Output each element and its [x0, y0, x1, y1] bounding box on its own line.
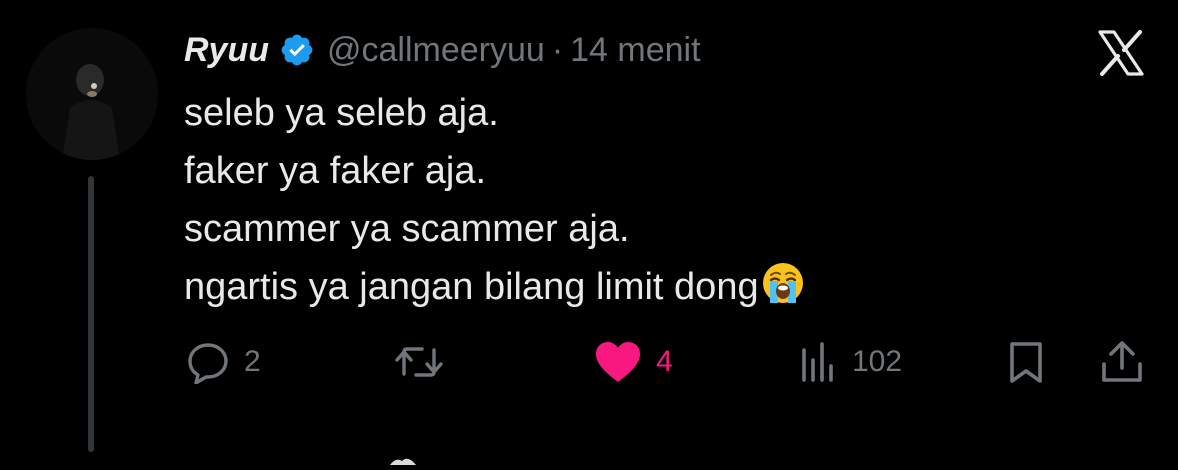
avatar-image	[26, 28, 158, 160]
tweet-line-1: seleb ya seleb aja.	[184, 92, 499, 134]
verified-badge-icon	[279, 32, 315, 68]
reply-button[interactable]: 2	[186, 338, 261, 386]
loudly-crying-face-icon	[761, 261, 805, 305]
bookmark-button[interactable]	[1006, 338, 1046, 386]
x-logo-icon[interactable]	[1096, 30, 1146, 76]
tweet-header: Ryuu @callmeeryuu · 14 menit	[184, 24, 701, 76]
retweet-icon	[394, 340, 444, 384]
bookmark-icon	[1006, 340, 1046, 384]
views-button[interactable]: 102	[798, 338, 902, 386]
views-count: 102	[852, 345, 903, 378]
separator-dot: ·	[551, 30, 564, 69]
user-handle[interactable]: @callmeeryuu	[327, 31, 545, 70]
heart-icon	[594, 340, 642, 384]
share-button[interactable]	[1100, 338, 1144, 386]
next-avatar-edge	[388, 452, 418, 465]
retweet-button[interactable]	[394, 338, 458, 386]
like-count: 4	[656, 345, 673, 378]
like-button[interactable]: 4	[594, 338, 673, 386]
reply-icon	[186, 340, 230, 384]
views-icon	[798, 340, 838, 384]
tweet-line-3: scammer ya scammer aja.	[184, 208, 630, 250]
share-icon	[1100, 340, 1144, 384]
reply-count: 2	[244, 345, 261, 378]
thread-line	[88, 176, 94, 452]
tweet-line-4-wrapper: ngartis ya jangan bilang limit dong	[184, 258, 1144, 316]
tweet-line-2: faker ya faker aja.	[184, 150, 487, 192]
tweet-text: seleb ya seleb aja. faker ya faker aja. …	[184, 84, 1144, 316]
tweet-actions: 2 4 102	[184, 338, 1148, 386]
display-name[interactable]: Ryuu	[184, 31, 269, 70]
timestamp[interactable]: 14 menit	[570, 31, 700, 70]
avatar[interactable]	[26, 28, 158, 160]
tweet-line-4: ngartis ya jangan bilang limit dong	[184, 266, 759, 308]
